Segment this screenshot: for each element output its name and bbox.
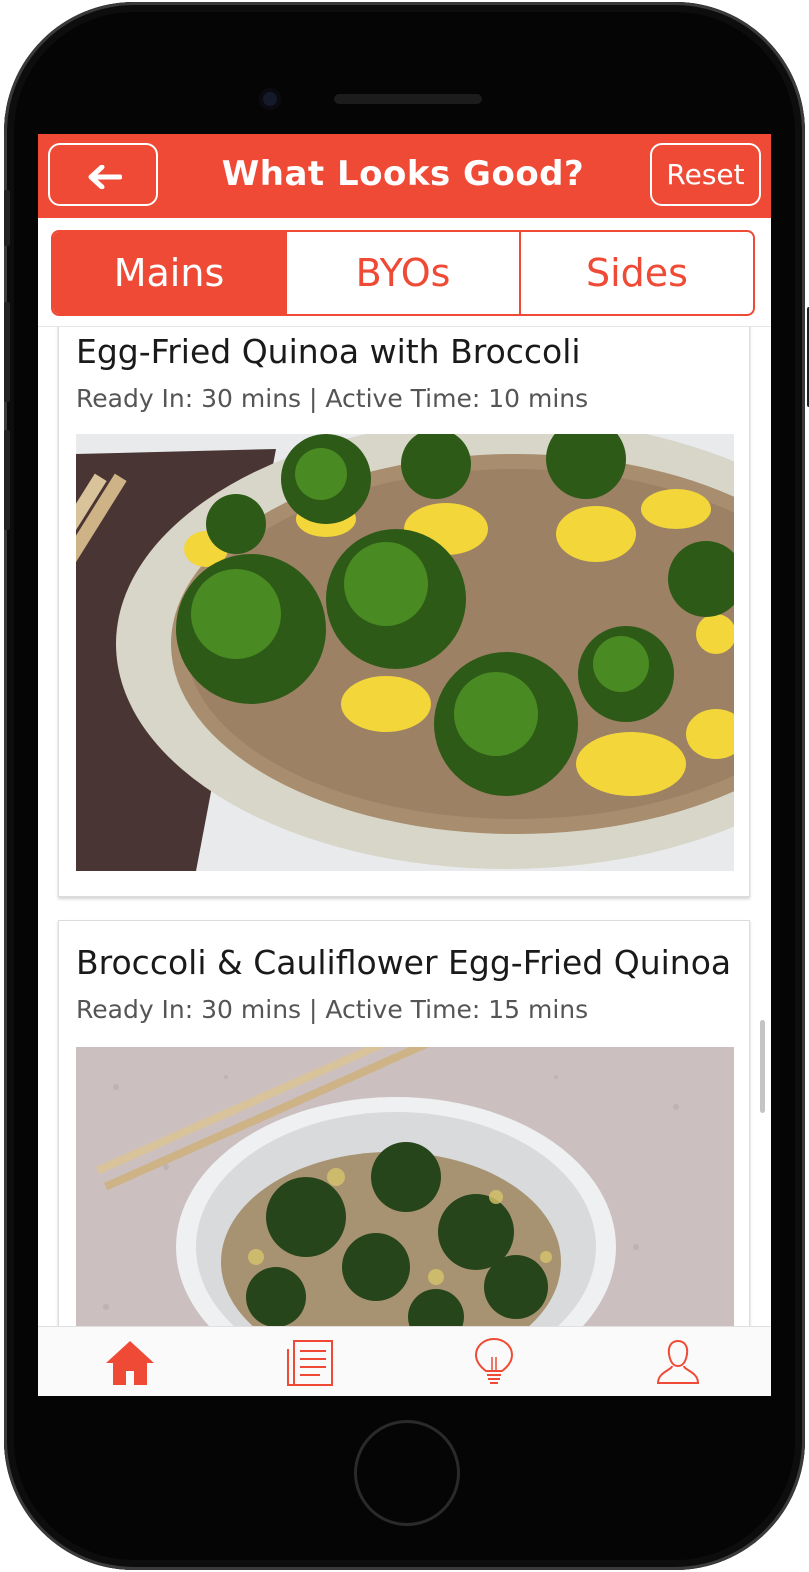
- list-icon: [287, 1340, 333, 1386]
- tab-mains[interactable]: Mains: [53, 232, 285, 314]
- bottom-tab-bar: [38, 1326, 771, 1396]
- recipe-feed[interactable]: Egg-Fried Quinoa with Broccoli Ready In:…: [38, 327, 771, 1326]
- scrollbar[interactable]: [760, 1020, 765, 1113]
- lightbulb-icon: [474, 1337, 514, 1384]
- volume-up-button: [4, 302, 10, 402]
- app-header: What Looks Good? Reset: [38, 134, 771, 218]
- recipe-title: Egg-Fried Quinoa with Broccoli: [76, 332, 581, 371]
- volume-down-button: [4, 430, 10, 530]
- home-hardware-button[interactable]: [354, 1420, 460, 1526]
- user-icon: [656, 1339, 700, 1384]
- recipe-card[interactable]: Egg-Fried Quinoa with Broccoli Ready In:…: [58, 327, 750, 897]
- nav-ideas[interactable]: [466, 1337, 522, 1389]
- reset-button[interactable]: Reset: [650, 143, 761, 206]
- recipe-title: Broccoli & Cauliflower Egg-Fried Quinoa: [76, 943, 732, 982]
- app-screen: What Looks Good? Reset Mains BYOs Sides …: [38, 134, 771, 1396]
- recipe-card[interactable]: Broccoli & Cauliflower Egg-Fried Quinoa …: [58, 920, 750, 1326]
- front-camera: [259, 88, 281, 110]
- tab-sides[interactable]: Sides: [519, 232, 753, 314]
- mute-switch: [4, 190, 10, 246]
- arrow-left-icon: [88, 165, 122, 189]
- page-title: What Looks Good?: [221, 154, 585, 194]
- recipe-meta: Ready In: 30 mins | Active Time: 10 mins: [76, 384, 589, 413]
- recipe-meta: Ready In: 30 mins | Active Time: 15 mins: [76, 995, 589, 1024]
- nav-profile[interactable]: [650, 1337, 706, 1389]
- tab-byos[interactable]: BYOs: [285, 232, 519, 314]
- nav-home[interactable]: [102, 1337, 158, 1389]
- earpiece-speaker: [334, 94, 482, 104]
- nav-list[interactable]: [284, 1337, 340, 1389]
- category-tabs: Mains BYOs Sides: [51, 230, 755, 316]
- back-button[interactable]: [48, 143, 158, 206]
- recipe-photo: [76, 1047, 734, 1326]
- recipe-photo: [76, 434, 734, 871]
- home-icon: [106, 1341, 154, 1385]
